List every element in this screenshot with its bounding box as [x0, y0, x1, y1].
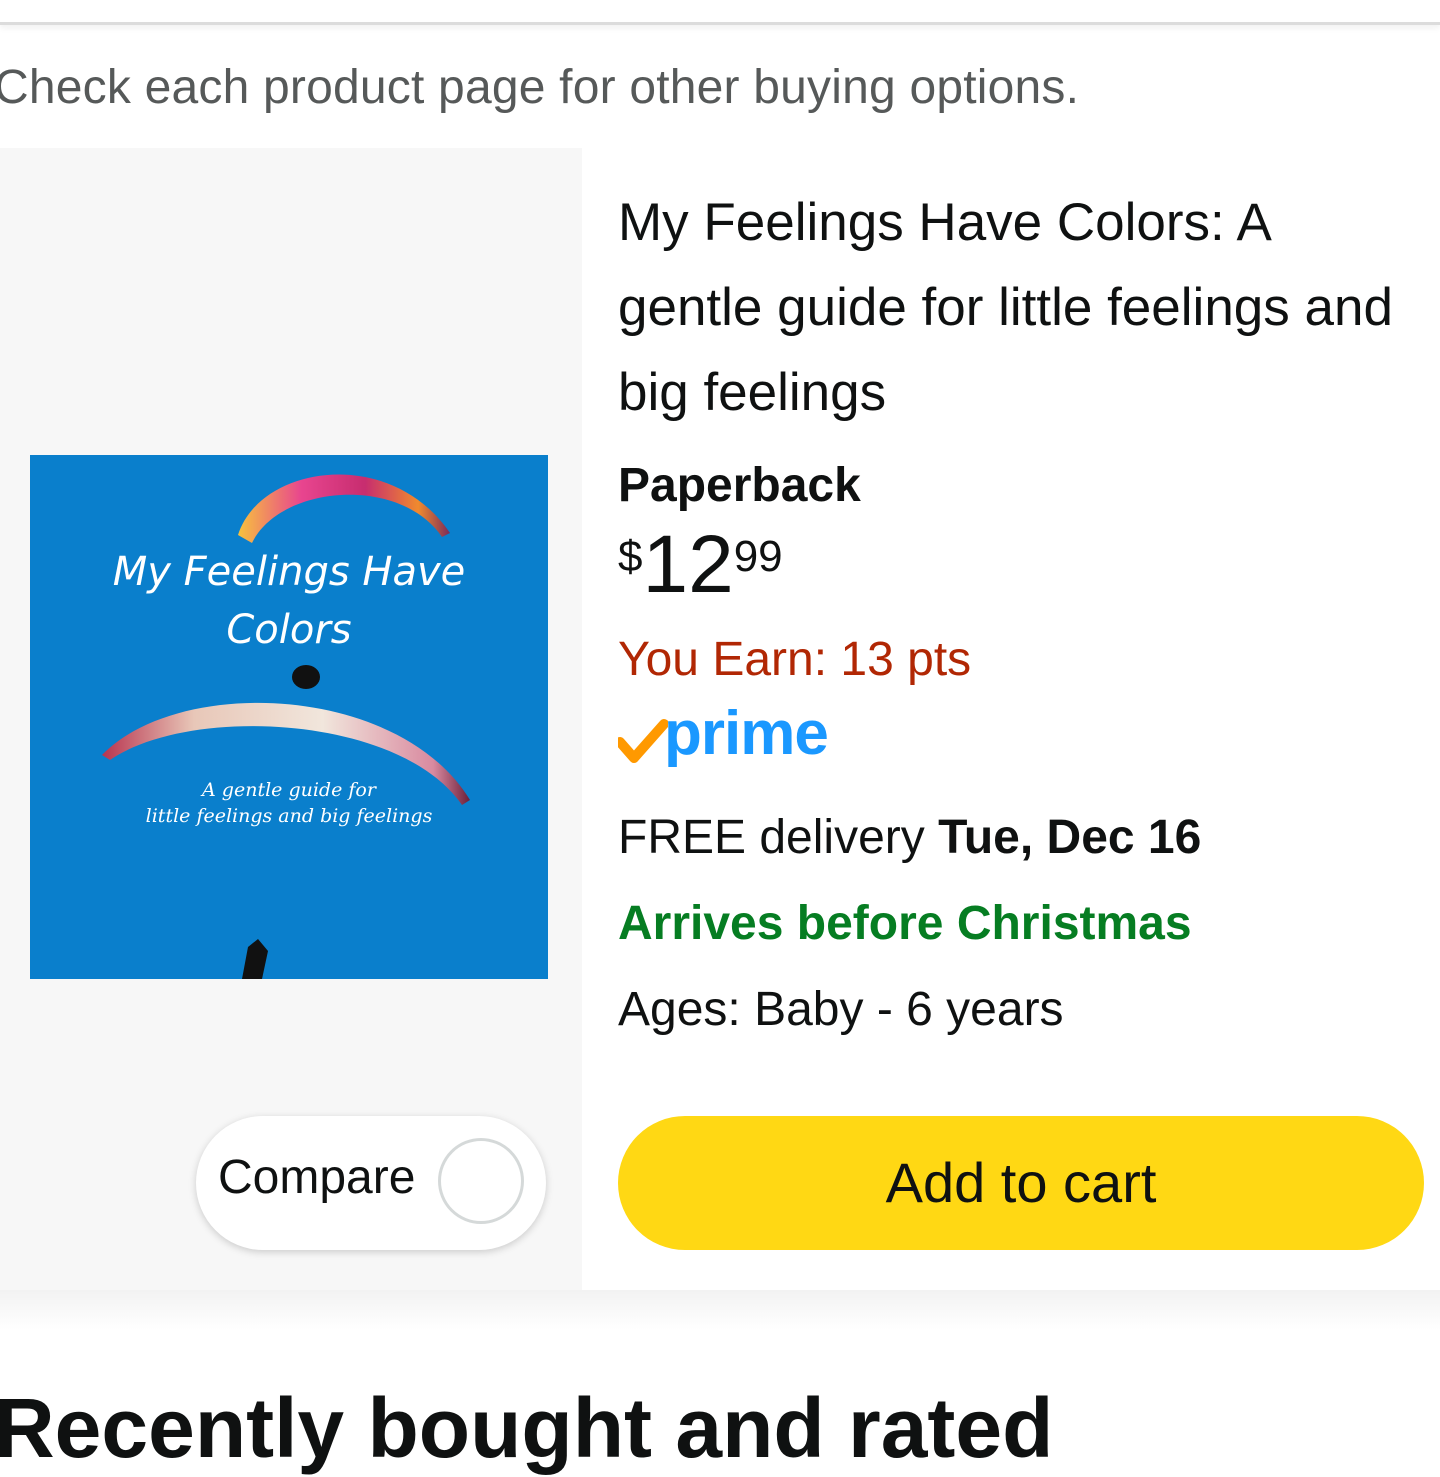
reward-points: You Earn: 13 pts — [618, 633, 972, 686]
product-title-link[interactable]: My Feelings Have Colors: A gentle guide … — [618, 180, 1408, 435]
product-format[interactable]: Paperback — [618, 458, 861, 513]
buying-options-notice: Check each product page for other buying… — [0, 61, 1080, 114]
product-price: $1299 — [618, 518, 783, 612]
cover-title-line-1: My Feelings Have — [112, 549, 466, 595]
delivery-info: FREE delivery Tue, Dec 16 — [618, 810, 1201, 865]
cover-title-line-2: Colors — [226, 607, 352, 653]
cover-subtitle-line-2: little feelings and big feelings — [145, 805, 433, 827]
product-image-area[interactable]: My Feelings Have Colors A gentle guide f… — [0, 148, 582, 1290]
age-range: Ages: Baby - 6 years — [618, 983, 1064, 1036]
compare-toggle[interactable]: Compare — [196, 1116, 546, 1250]
prime-check-icon — [618, 719, 668, 763]
top-paraglider-wing — [238, 474, 450, 543]
product-card[interactable]: My Feelings Have Colors A gentle guide f… — [0, 148, 1440, 1290]
book-cover-image[interactable]: My Feelings Have Colors A gentle guide f… — [30, 455, 548, 979]
compare-label: Compare — [218, 1151, 416, 1204]
paraglider-illustration — [102, 474, 470, 979]
price-fraction: 99 — [733, 532, 783, 581]
arrives-before-christmas: Arrives before Christmas — [618, 897, 1192, 950]
cover-subtitle-line-1: A gentle guide for — [202, 779, 376, 801]
section-divider — [0, 1290, 1440, 1330]
delivery-date: Tue, Dec 16 — [938, 811, 1202, 864]
cover-subtitle: A gentle guide for little feelings and b… — [130, 777, 448, 829]
bottom-paraglider-figure — [242, 939, 268, 979]
cover-title: My Feelings Have Colors — [30, 543, 548, 659]
top-bar — [0, 0, 1440, 25]
compare-checkbox[interactable] — [438, 1138, 524, 1224]
prime-logo-text: prime — [664, 699, 829, 768]
recently-bought-heading: Recently bought and rated — [0, 1381, 1054, 1475]
price-whole: 12 — [642, 519, 734, 610]
price-symbol: $ — [618, 532, 643, 581]
paraglider-pilot-figure — [292, 665, 320, 689]
delivery-prefix: FREE delivery — [618, 811, 939, 864]
add-to-cart-button[interactable]: Add to cart — [618, 1116, 1424, 1250]
